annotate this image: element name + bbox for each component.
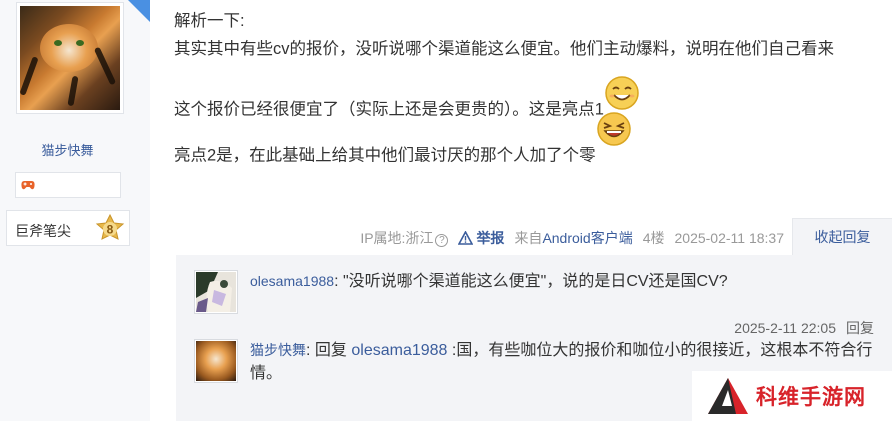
reply-button[interactable]: 回复 (846, 320, 874, 336)
fold-replies-button[interactable]: 收起回复 (792, 218, 892, 256)
watermark-logo-icon (708, 378, 748, 414)
watermark-text: 科维手游网 (756, 385, 866, 409)
tiger-avatar-image (196, 341, 236, 381)
post-line-2: 其实其中有些cv的报价，没听说哪个渠道能这么便宜。他们主动爆料，说明在他们自己看… (174, 40, 834, 58)
reply-prefix: 回复 (310, 342, 352, 359)
ip-location: IP属地:浙江? (360, 228, 449, 248)
author-username[interactable]: 猫步快舞 (0, 140, 135, 159)
floor-number: 4楼 (642, 230, 665, 246)
level-number: 8 (107, 223, 114, 237)
reply-to-username[interactable]: olesama1988 (351, 342, 447, 359)
author-avatar[interactable] (16, 2, 124, 114)
laugh-emoji-icon (596, 112, 631, 167)
reply-item: olesama1988: "没听说哪个渠道能这么便宜"，说的是日CV还是国CV?… (194, 270, 884, 336)
help-circle-icon[interactable]: ? (435, 234, 449, 247)
reply-avatar[interactable] (194, 270, 238, 314)
client-link[interactable]: Android客户端 (542, 230, 632, 246)
reply-meta: 2025-2-11 22:05 回复 (734, 318, 874, 338)
report-button[interactable]: 举报 (458, 228, 504, 248)
reply-username[interactable]: 猫步快舞 (250, 342, 306, 358)
warning-triangle-icon (458, 231, 474, 245)
client-source: 来自Android客户端 (514, 228, 632, 248)
post-line-3: 这个报价已经很便宜了（实际上还是会更贵的）。这是亮点1 (174, 76, 639, 121)
post-meta-bar: IP属地:浙江? 举报 来自Android客户端 4楼 2025-02-11 1… (360, 228, 784, 248)
level-star-badge-icon: 8 (95, 214, 125, 240)
reply-text: olesama1988: "没听说哪个渠道能这么便宜"，说的是日CV还是国CV? (250, 270, 880, 293)
reply-avatar[interactable] (194, 339, 238, 383)
gamepad-icon (21, 181, 35, 190)
post-line-3-text: 这个报价已经很便宜了（实际上还是会更贵的）。这是亮点1 (174, 100, 604, 119)
level-box: 巨斧笔尖 8 (6, 210, 130, 246)
post-line-1: 解析一下: (174, 12, 245, 30)
tiger-avatar-image (20, 6, 120, 110)
post-datetime: 2025-02-11 18:37 (674, 230, 785, 246)
level-name: 巨斧笔尖 (15, 223, 71, 239)
reply-datetime: 2025-2-11 22:05 (734, 320, 836, 336)
report-label: 举报 (476, 230, 505, 246)
site-watermark: 科维手游网 (692, 371, 892, 421)
author-sidebar: 猫步快舞 巨斧笔尖 8 (0, 0, 150, 421)
ip-location-text: IP属地:浙江 (360, 230, 434, 246)
post-line-4: 亮点2是，在此基础上给其中他们最讨厌的那个人加了个零 (174, 112, 631, 167)
reply-username[interactable]: olesama1988 (250, 273, 334, 289)
post-line-4-text: 亮点2是，在此基础上给其中他们最讨厌的那个人加了个零 (174, 146, 596, 165)
medal-box (15, 172, 121, 198)
reply-content: "没听说哪个渠道能这么便宜"，说的是日CV还是国CV? (338, 273, 728, 290)
anime-avatar-image (196, 272, 236, 312)
client-prefix: 来自 (514, 230, 543, 246)
corner-badge-icon (128, 0, 150, 22)
